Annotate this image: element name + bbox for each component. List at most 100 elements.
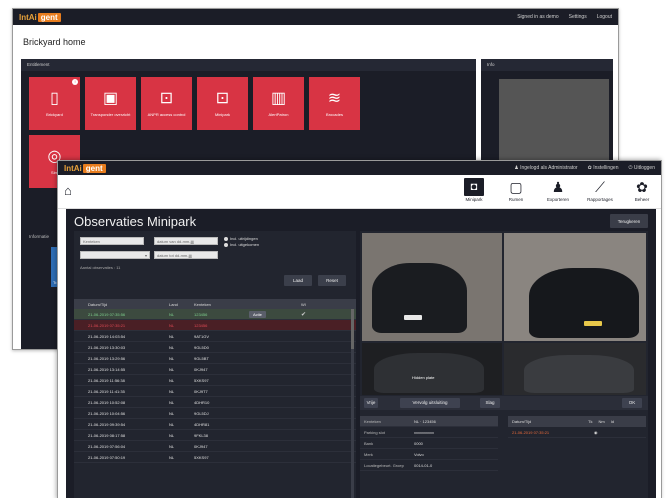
prev-button[interactable]: Vrije	[364, 398, 378, 408]
cell-date: 21-06-2019 13:29:56	[88, 355, 126, 361]
tile-brickyard[interactable]: ▯ Brickyard!	[29, 77, 80, 130]
detail-value: 0014-01-0	[414, 462, 433, 468]
nav-exporteren[interactable]: ♟ Exporteren	[537, 178, 579, 202]
tile-minipark[interactable]: ⊡ Minipark	[197, 77, 248, 130]
tile-label: Transponder overzicht	[90, 112, 131, 117]
table-row[interactable]: 21-06-2019 11:56:38 NL 5XKS97	[74, 375, 356, 386]
tile-label: Minipark	[214, 112, 231, 117]
table-row[interactable]: 21-06-2019 11:41:35 NL 0KJ9T7	[74, 386, 356, 397]
nav-rumen[interactable]: ▢ Rumen	[495, 178, 537, 202]
viewer-controls: Vrije Vervolg uitsluiting Slag OK	[360, 396, 648, 410]
scroll-thumb[interactable]	[351, 309, 354, 349]
detail-value: xxxxxxxxxx	[414, 429, 434, 435]
signed-in-link[interactable]: Signed in as demo	[517, 14, 558, 20]
database-icon: ≋	[327, 90, 342, 107]
cell-land: NL	[169, 366, 175, 372]
table-row[interactable]: 21-06-2019 07:35:21 ◉	[508, 427, 646, 438]
cell-land: NL	[169, 333, 175, 339]
logo-text-1: IntAi	[19, 12, 37, 22]
camera-view-4[interactable]	[504, 343, 646, 395]
cell-land: NL	[169, 443, 175, 449]
table-row[interactable]: 21-06-2019 10:04:56 NL 9GL5DJ	[74, 408, 356, 419]
tile-transponder-overzicht[interactable]: ▣ Transponder overzicht	[85, 77, 136, 130]
cell-plate: 9FKL38	[194, 432, 209, 438]
ok-button[interactable]: OK	[622, 398, 642, 408]
car-image	[529, 268, 639, 338]
logout-link[interactable]: Logout	[597, 14, 612, 20]
kenteken-input[interactable]: Kenteken	[80, 237, 144, 245]
col-tk[interactable]: Tk	[588, 419, 592, 424]
table-row[interactable]: 21-06-2019 10:52:08 NL 4DHR10	[74, 397, 356, 408]
reset-button[interactable]: Reset	[318, 275, 346, 286]
table-row[interactable]: 21-06-2019 09:39:54 NL 4DHR81	[74, 419, 356, 430]
col-id[interactable]: Id	[611, 419, 614, 424]
cell-date: 21-06-2019 10:04:56	[88, 410, 126, 416]
settings-link[interactable]: ✿ Instellingen	[588, 165, 619, 171]
table-row[interactable]: 21-06-2019 08:17:58 NL 9FKL38	[74, 430, 356, 441]
col-plate[interactable]: Kenteken	[194, 302, 249, 307]
related-observations: Datum/Tijd Tk Nm Id 21-06-2019 07:35:21 …	[508, 416, 646, 438]
home-icon[interactable]: ⌂	[64, 183, 72, 198]
col-land[interactable]: Land	[169, 302, 194, 307]
nav-minipark[interactable]: ◘ Minipark	[453, 178, 495, 202]
cell-date: 21-06-2019 07:35:56	[88, 311, 126, 317]
tile-alertpatron[interactable]: ▥ AlertPatron	[253, 77, 304, 130]
cell-plate: 9GL5DJ	[194, 410, 209, 416]
panel-header: Entitlement	[21, 59, 476, 71]
radio-dot	[224, 242, 228, 247]
table-row[interactable]: 21-06-2019 13:30:03 NL 9GL5D0	[74, 342, 356, 353]
date-from-input[interactable]: datum van dd-mm-jjjj	[154, 237, 218, 245]
load-button[interactable]: Laad	[284, 275, 312, 286]
nav-rapportages[interactable]: ⟋ Rapportages	[579, 178, 621, 202]
main-nav: ⌂ ◘ Minipark ▢ Rumen ♟ Exporteren ⟋ Rapportages…	[58, 175, 661, 209]
tile-anpr-access-control[interactable]: ⊡ ANPR access control	[141, 77, 192, 130]
camera-view-1[interactable]	[362, 233, 502, 341]
logout-label: Uitloggen	[633, 165, 655, 171]
col-wl[interactable]: Wl	[301, 302, 341, 307]
action-button[interactable]: Actie	[249, 310, 266, 318]
chevron-down-icon: ▾	[144, 253, 147, 258]
radio-uitrijdingen[interactable]: Incl. uitrijdingen	[224, 236, 258, 241]
app-logo[interactable]: IntAi gent	[64, 163, 106, 173]
col-date[interactable]: Datum/Tijd	[512, 419, 582, 424]
user-link[interactable]: ♟ Ingelogd als Administrator	[514, 165, 577, 171]
app-logo[interactable]: IntAi gent	[19, 12, 61, 22]
col-nm[interactable]: Nm	[598, 419, 604, 424]
type-select[interactable]: ▾	[80, 251, 150, 259]
logo-text-2: gent	[37, 12, 61, 22]
logout-link[interactable]: ⏻ Uitloggen	[629, 165, 656, 171]
date-to-input[interactable]: datum tot dd-mm-jjjj	[154, 251, 218, 259]
table-row[interactable]: 21-06-2019 13:14:55 NL 0KJ947	[74, 364, 356, 375]
user-label: Ingelogd als Administrator	[520, 165, 578, 171]
nav-label: Rumen	[508, 197, 524, 202]
exclude-button[interactable]: Vervolg uitsluiting	[400, 398, 460, 408]
view-icon[interactable]: ◉	[594, 430, 598, 435]
observation-details: Kenteken NL · 123456 Parking slot xxxxxxxxx…	[360, 416, 498, 471]
table-header: Datum/Tijd Land Kenteken Wl	[74, 299, 356, 309]
cell-land: NL	[169, 388, 175, 394]
detail-value: NL · 123456	[414, 418, 436, 424]
table-row[interactable]: 21-06-2019 14:03:54 NL 9AT1GV	[74, 331, 356, 342]
col-date[interactable]: Datum/Tijd	[74, 302, 169, 307]
camera-view-3[interactable]: Hidden plate	[362, 343, 502, 395]
phone-icon: ▯	[50, 90, 59, 107]
next-button[interactable]: Slag	[480, 398, 500, 408]
back-button[interactable]: Terugkeren	[610, 214, 648, 228]
detail-value: Volvo	[414, 451, 424, 457]
cell-land: NL	[169, 421, 175, 427]
info-header: Info	[481, 59, 613, 71]
table-row[interactable]: 21-06-2019 07:56:04 NL 0KJ947	[74, 441, 356, 452]
settings-link[interactable]: Settings	[569, 14, 587, 20]
radio-uitgekomen[interactable]: Incl. uitgekomen	[224, 242, 259, 247]
camera-view-2[interactable]	[504, 233, 646, 341]
table-row[interactable]: 21-06-2019 13:29:56 NL 9GL5BT	[74, 353, 356, 364]
cell-plate: 5XKS97	[194, 377, 209, 383]
cell-date: 21-06-2019 08:17:58	[88, 432, 126, 438]
table-row[interactable]: 21-06-2019 07:50:19 NL 5XKS97	[74, 452, 356, 463]
table-row[interactable]: 21-06-2019 07:35:21 NL 123456	[74, 320, 356, 331]
table-scrollbar[interactable]	[351, 309, 354, 498]
top-bar: IntAi gent ♟ Ingelogd als Administrator …	[58, 161, 661, 175]
tile-brocades[interactable]: ≋ Brocades	[309, 77, 360, 130]
table-row[interactable]: 21-06-2019 07:35:56 NL 123456 Actie ✔	[74, 309, 356, 320]
nav-beheer[interactable]: ✿ Beheer	[621, 178, 661, 202]
